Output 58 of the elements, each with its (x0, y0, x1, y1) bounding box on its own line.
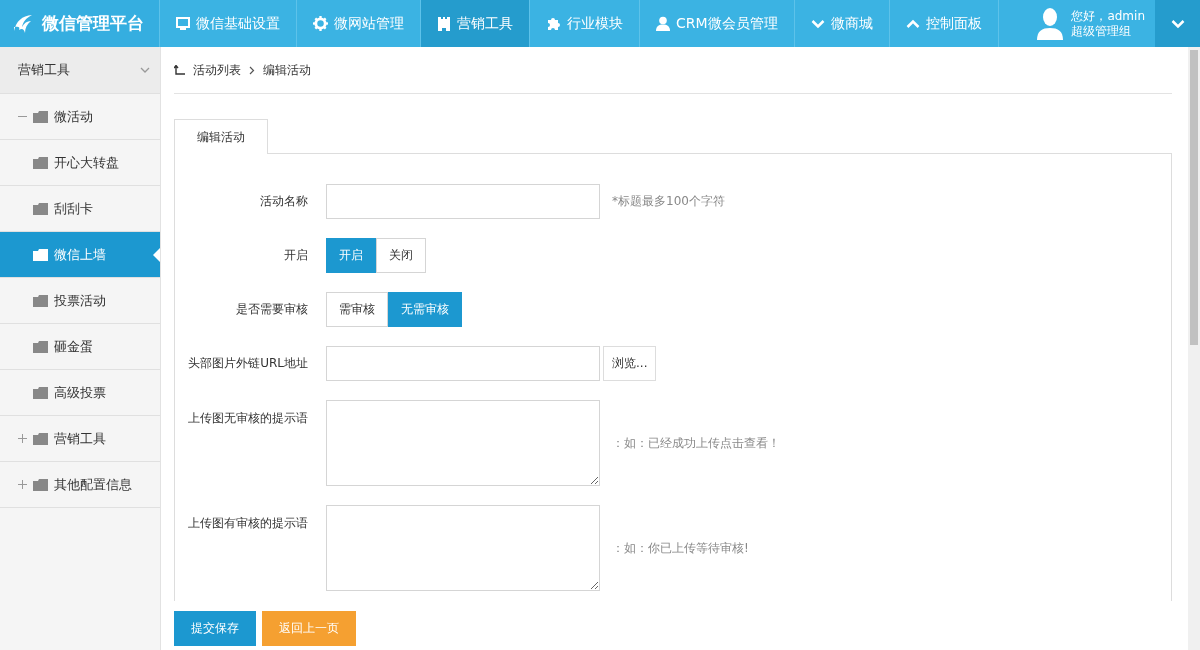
settings-icon (313, 16, 328, 31)
sidebar-item[interactable]: 高级投票 (0, 370, 160, 416)
text-area[interactable] (326, 400, 600, 486)
sidebar-group[interactable]: 其他配置信息 (0, 462, 160, 508)
folder-icon (33, 156, 48, 169)
field-hint: ：如：已经成功上传点击查看！ (612, 434, 780, 452)
sidebar-group[interactable]: 营销工具 (0, 416, 160, 462)
field-hint: ：如：你已上传等待审核! (612, 539, 749, 557)
field-hint: *标题最多100个字符 (612, 193, 725, 210)
text-area[interactable] (326, 505, 600, 591)
scrollbar-thumb[interactable] (1190, 50, 1198, 345)
chevron-down-icon (810, 18, 825, 29)
field-label: 头部图片外链URL地址 (187, 355, 308, 372)
folder-icon (33, 202, 48, 215)
scrollbar[interactable] (1188, 47, 1200, 650)
browse-button[interactable]: 浏览... (603, 346, 657, 381)
field-label: 是否需要审核 (235, 301, 308, 318)
tab[interactable]: 编辑活动 (174, 119, 268, 154)
sidebar-item[interactable]: 砸金蛋 (0, 324, 160, 370)
user-greeting: 您好，admin (1071, 8, 1145, 24)
field-label: 上传图有审核的提示语 (187, 515, 308, 532)
castle-icon (437, 16, 451, 31)
breadcrumb-link[interactable]: 活动列表 (193, 61, 241, 79)
folder-icon (33, 248, 48, 261)
field-label: 活动名称 (259, 193, 308, 210)
sidebar-group-label: 其他配置信息 (54, 475, 132, 494)
logo-text: 微信管理平台 (42, 12, 144, 35)
folder-icon (33, 110, 48, 123)
folder-icon (33, 478, 48, 491)
folder-icon (33, 340, 48, 353)
sidebar-header[interactable]: 营销工具 (0, 47, 160, 94)
field-label: 上传图无审核的提示语 (187, 410, 308, 427)
chevron-up-icon (905, 18, 920, 29)
input-field[interactable] (326, 346, 600, 381)
sidebar-title: 营销工具 (18, 61, 70, 79)
breadcrumb-current: 编辑活动 (263, 61, 311, 79)
user-role: 超级管理组 (1071, 23, 1133, 39)
user-icon (656, 16, 670, 31)
sidebar-group-label: 微活动 (54, 107, 93, 126)
monitor-icon (176, 16, 190, 31)
sidebar-group[interactable]: 微活动 (0, 94, 160, 140)
folder-icon (33, 386, 48, 399)
sidebar-item[interactable]: 开心大转盘 (0, 140, 160, 186)
field-label: 开启 (283, 247, 308, 264)
chevron-down-icon (140, 66, 150, 74)
sidebar-item[interactable]: 投票活动 (0, 278, 160, 324)
toggle-option[interactable]: 关闭 (376, 238, 426, 273)
puzzle-icon (546, 16, 561, 31)
sidebar-group-label: 营销工具 (54, 429, 106, 448)
back-arrow-icon (174, 65, 185, 75)
user-menu-button[interactable] (1155, 0, 1200, 47)
folder-icon (33, 432, 48, 445)
input-field[interactable] (326, 184, 600, 219)
toggle-option[interactable]: 需审核 (326, 292, 388, 327)
folder-icon (33, 294, 48, 307)
avatar-icon (1037, 7, 1064, 40)
chevron-right-icon (249, 65, 255, 75)
chevron-down-icon (1170, 18, 1185, 29)
